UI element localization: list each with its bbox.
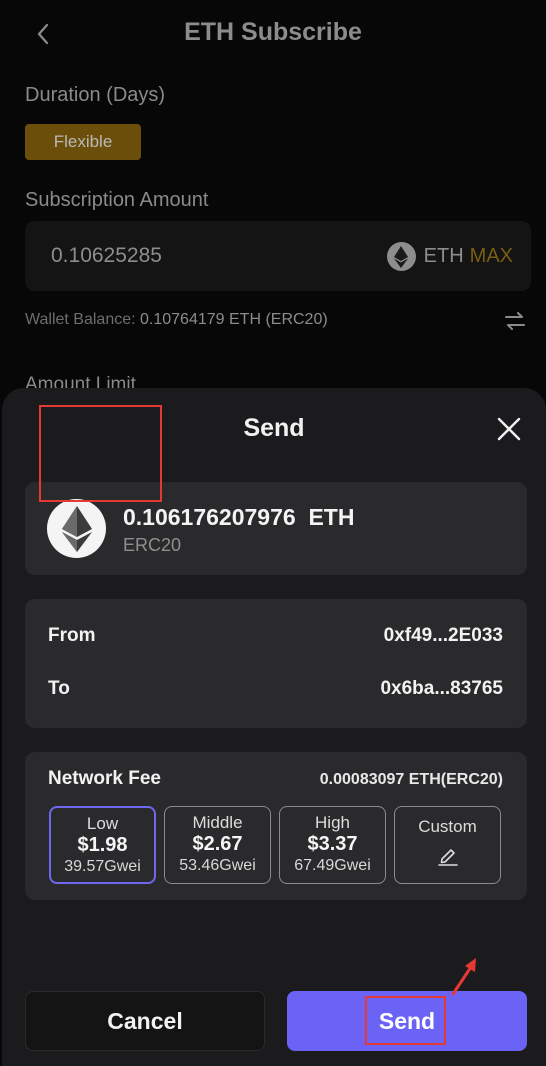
fee-option-gwei: 67.49Gwei	[294, 857, 371, 874]
annotation-arrow-icon	[451, 958, 476, 996]
fee-option-custom[interactable]: Custom	[394, 806, 501, 884]
fee-option-high[interactable]: High $3.37 67.49Gwei	[279, 806, 386, 884]
wallet-balance: Wallet Balance: 0.10764179 ETH (ERC20)	[25, 311, 328, 329]
from-address: 0xf49...2E033	[383, 625, 503, 646]
low-fee-highlight	[39, 405, 162, 502]
network-fee-label: Network Fee	[48, 768, 161, 789]
network-fee-total: 0.00083097 ETH(ERC20)	[319, 771, 503, 788]
cancel-button[interactable]: Cancel	[25, 991, 265, 1051]
fee-option-name: Middle	[192, 813, 243, 832]
to-address: 0x6ba...83765	[380, 678, 503, 699]
to-row: To 0x6ba...83765	[48, 678, 503, 700]
from-label: From	[48, 625, 96, 646]
eth-coin-icon	[386, 242, 416, 271]
edit-icon	[437, 849, 458, 866]
subscription-amount-label: Subscription Amount	[25, 189, 209, 211]
amount-input[interactable]: 0.10625285 ETH MAX	[25, 221, 531, 291]
fee-option-middle[interactable]: Middle $2.67 53.46Gwei	[164, 806, 271, 884]
page-title: ETH Subscribe	[184, 18, 362, 46]
network-fee-card: Network Fee 0.00083097 ETH(ERC20) Low $1…	[25, 752, 527, 900]
amount-value: 0.10625285	[51, 244, 162, 267]
wallet-balance-label: Wallet Balance:	[25, 311, 141, 328]
token-network: ERC20	[123, 535, 182, 555]
fee-option-usd: $3.37	[307, 833, 358, 855]
token-amount: 0.106176207976 ETH	[123, 504, 355, 530]
fee-option-name: Custom	[418, 817, 477, 836]
address-card: From 0xf49...2E033 To 0x6ba...83765	[25, 599, 527, 728]
close-icon[interactable]	[494, 414, 524, 444]
duration-label: Duration (Days)	[25, 84, 166, 106]
flexible-option[interactable]: Flexible	[25, 124, 141, 160]
fee-option-name: Low	[86, 814, 119, 833]
fee-option-usd: $2.67	[192, 833, 243, 855]
from-row: From 0xf49...2E033	[48, 625, 503, 647]
fee-option-gwei: 53.46Gwei	[179, 857, 256, 874]
wallet-balance-value: 0.10764179 ETH (ERC20)	[140, 311, 328, 328]
fee-option-usd: $1.98	[77, 834, 128, 856]
send-button-highlight	[365, 996, 446, 1045]
fee-option-low[interactable]: Low $1.98 39.57Gwei	[49, 806, 156, 884]
currency-label: ETH	[423, 245, 464, 267]
ethereum-logo-icon	[47, 499, 106, 558]
to-label: To	[48, 678, 70, 699]
fee-option-gwei: 39.57Gwei	[64, 858, 141, 875]
fee-option-name: High	[315, 813, 350, 832]
swap-icon[interactable]	[504, 310, 526, 332]
max-button[interactable]: MAX	[470, 245, 513, 268]
